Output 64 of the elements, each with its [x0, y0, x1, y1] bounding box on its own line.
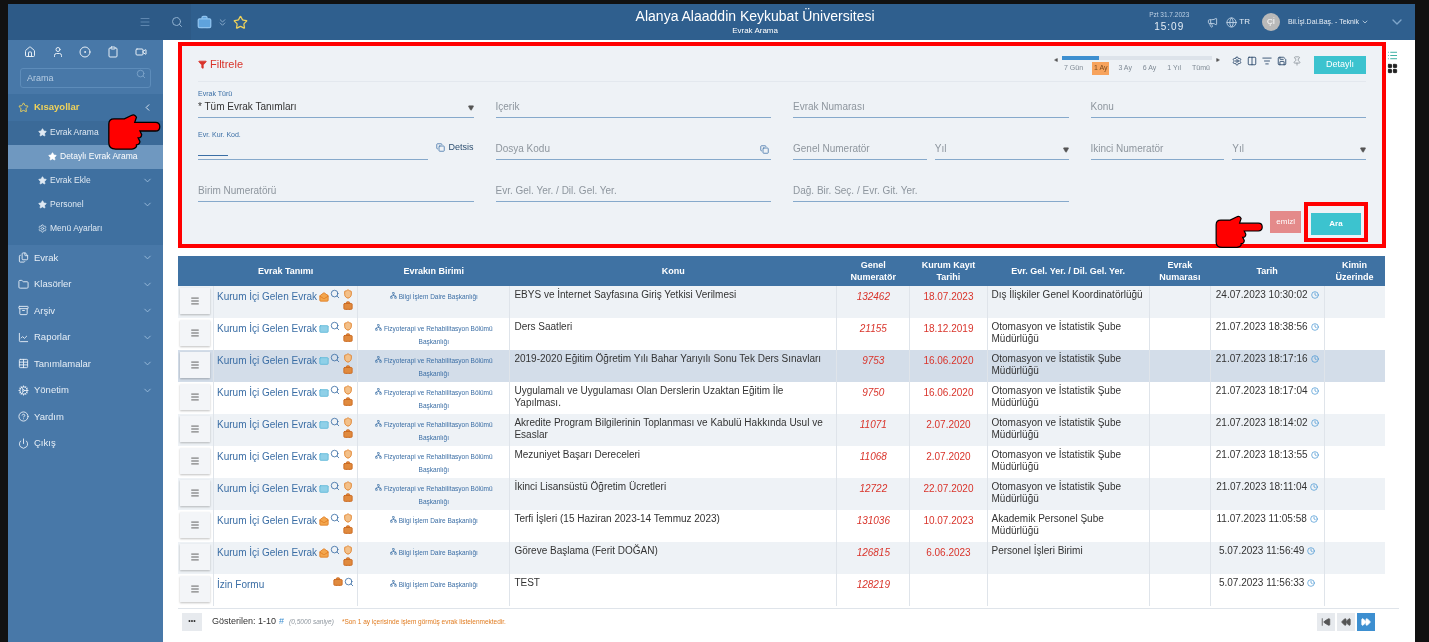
document-type-link[interactable]: Kurum İçi Gelen Evrak [217, 353, 318, 368]
text-field[interactable]: İçerik [495, 84, 771, 118]
document-type-link[interactable]: Kurum İçi Gelen Evrak [217, 513, 318, 528]
column-header[interactable]: Evrak Numarası [1149, 256, 1211, 286]
sidebar-item[interactable]: Evrak [8, 244, 163, 271]
sidebar-item[interactable]: Kısayollar [8, 94, 163, 121]
text-field[interactable]: Evrak Numarası [793, 84, 1069, 118]
document-type-link[interactable]: Kurum İçi Gelen Evrak [217, 385, 318, 400]
app-title: Alanya Alaaddin Keykubat Üniversitesi [635, 7, 875, 25]
filter-title: Filtrele [210, 57, 243, 72]
dropdown-field[interactable]: Yıl [1232, 126, 1366, 160]
document-type-link[interactable]: Kurum İçi Gelen Evrak [217, 289, 318, 304]
document-type-link[interactable]: Kurum İçi Gelen Evrak [217, 321, 318, 336]
document-type-link[interactable]: Kurum İçi Gelen Evrak [217, 449, 318, 464]
document-type-link[interactable]: Kurum İçi Gelen Evrak [217, 481, 318, 496]
sidebar-item[interactable]: Yönetim [8, 377, 163, 404]
sidebar-item[interactable]: Detaylı Evrak Arama [8, 144, 163, 169]
dropdown-field[interactable]: Yıl [934, 126, 1069, 160]
sidebar-item[interactable]: Evrak Ekle [8, 168, 163, 193]
text-field[interactable]: İkinci Numeratör [1090, 126, 1225, 160]
column-header[interactable]: Tarih [1210, 256, 1324, 286]
language-label[interactable]: TR [1239, 16, 1250, 28]
date-time: 21.07.2023 18:38:56 [1215, 321, 1308, 333]
date-time: 24.07.2023 10:30:02 [1215, 289, 1308, 301]
date-time: 21.07.2023 18:13:55 [1215, 449, 1308, 461]
text-field[interactable]: Dağ. Bir. Seç. / Evr. Git. Yer. [793, 168, 1069, 202]
column-header[interactable]: Genel Numeratör [836, 256, 910, 286]
sidebar-item[interactable]: Menü Ayarları [8, 216, 163, 241]
text-field[interactable]: Konu [1090, 84, 1366, 118]
sidebar-search-field[interactable]: Arama [20, 68, 151, 88]
date-time: 5.07.2023 11:56:33 [1218, 577, 1305, 589]
document-type-link[interactable]: Kurum İçi Gelen Evrak [217, 417, 318, 432]
text-field[interactable]: Evr. Gel. Yer. / Dil. Gel. Yer. [495, 168, 771, 202]
lookup-field[interactable]: Dosya Kodu [495, 126, 771, 160]
sidebar-item[interactable]: Yardım [8, 403, 163, 430]
date-time: 21.07.2023 18:11:04 [1216, 481, 1308, 493]
sidebar-item[interactable]: Tanımlamalar [8, 350, 163, 377]
text-field[interactable]: Birim Numeratörü [198, 168, 474, 202]
hash-link[interactable]: # [279, 614, 285, 629]
document-type-link[interactable]: Kurum İçi Gelen Evrak [217, 545, 318, 560]
lookup-link[interactable]: Detsis [436, 140, 474, 154]
column-header[interactable]: Kimin Üzerinde [1324, 256, 1385, 286]
date-time: 11.07.2023 11:05:58 [1216, 513, 1307, 525]
sidebar-item[interactable]: Arşiv [8, 297, 163, 324]
date-time: 5.07.2023 11:56:49 [1218, 545, 1305, 557]
table-cell: TEST [509, 574, 837, 606]
sidebar-item[interactable]: Raporlar [8, 324, 163, 351]
table-cell: 128219 [836, 574, 910, 606]
column-header[interactable]: Evr. Gel. Yer. / Dil. Gel. Yer. [987, 256, 1150, 286]
date-time: 21.07.2023 18:14:02 [1215, 417, 1308, 429]
shown-count: Gösterilen: 1-10 [212, 614, 277, 628]
clock-label: 15:09 [1154, 20, 1185, 35]
text-field[interactable]: Genel Numeratör [793, 126, 927, 160]
sidebar-item[interactable]: Personel [8, 192, 163, 217]
sidebar-item[interactable]: Klasörler [8, 271, 163, 298]
column-header[interactable]: Evrak Tanımı [213, 256, 358, 286]
column-header[interactable]: Konu [509, 256, 837, 286]
column-header[interactable]: Kurum Kayıt Tarihi [909, 256, 987, 286]
column-header[interactable]: Evrakın Birimi [357, 256, 510, 286]
sidebar-item[interactable]: Çıkış [8, 430, 163, 457]
document-type-link[interactable]: İzin Formu [217, 577, 265, 592]
date-time: 21.07.2023 18:17:04 [1215, 385, 1308, 397]
page-subtitle: Evrak Arama [732, 24, 778, 37]
date-time: 21.07.2023 18:17:16 [1215, 353, 1308, 365]
